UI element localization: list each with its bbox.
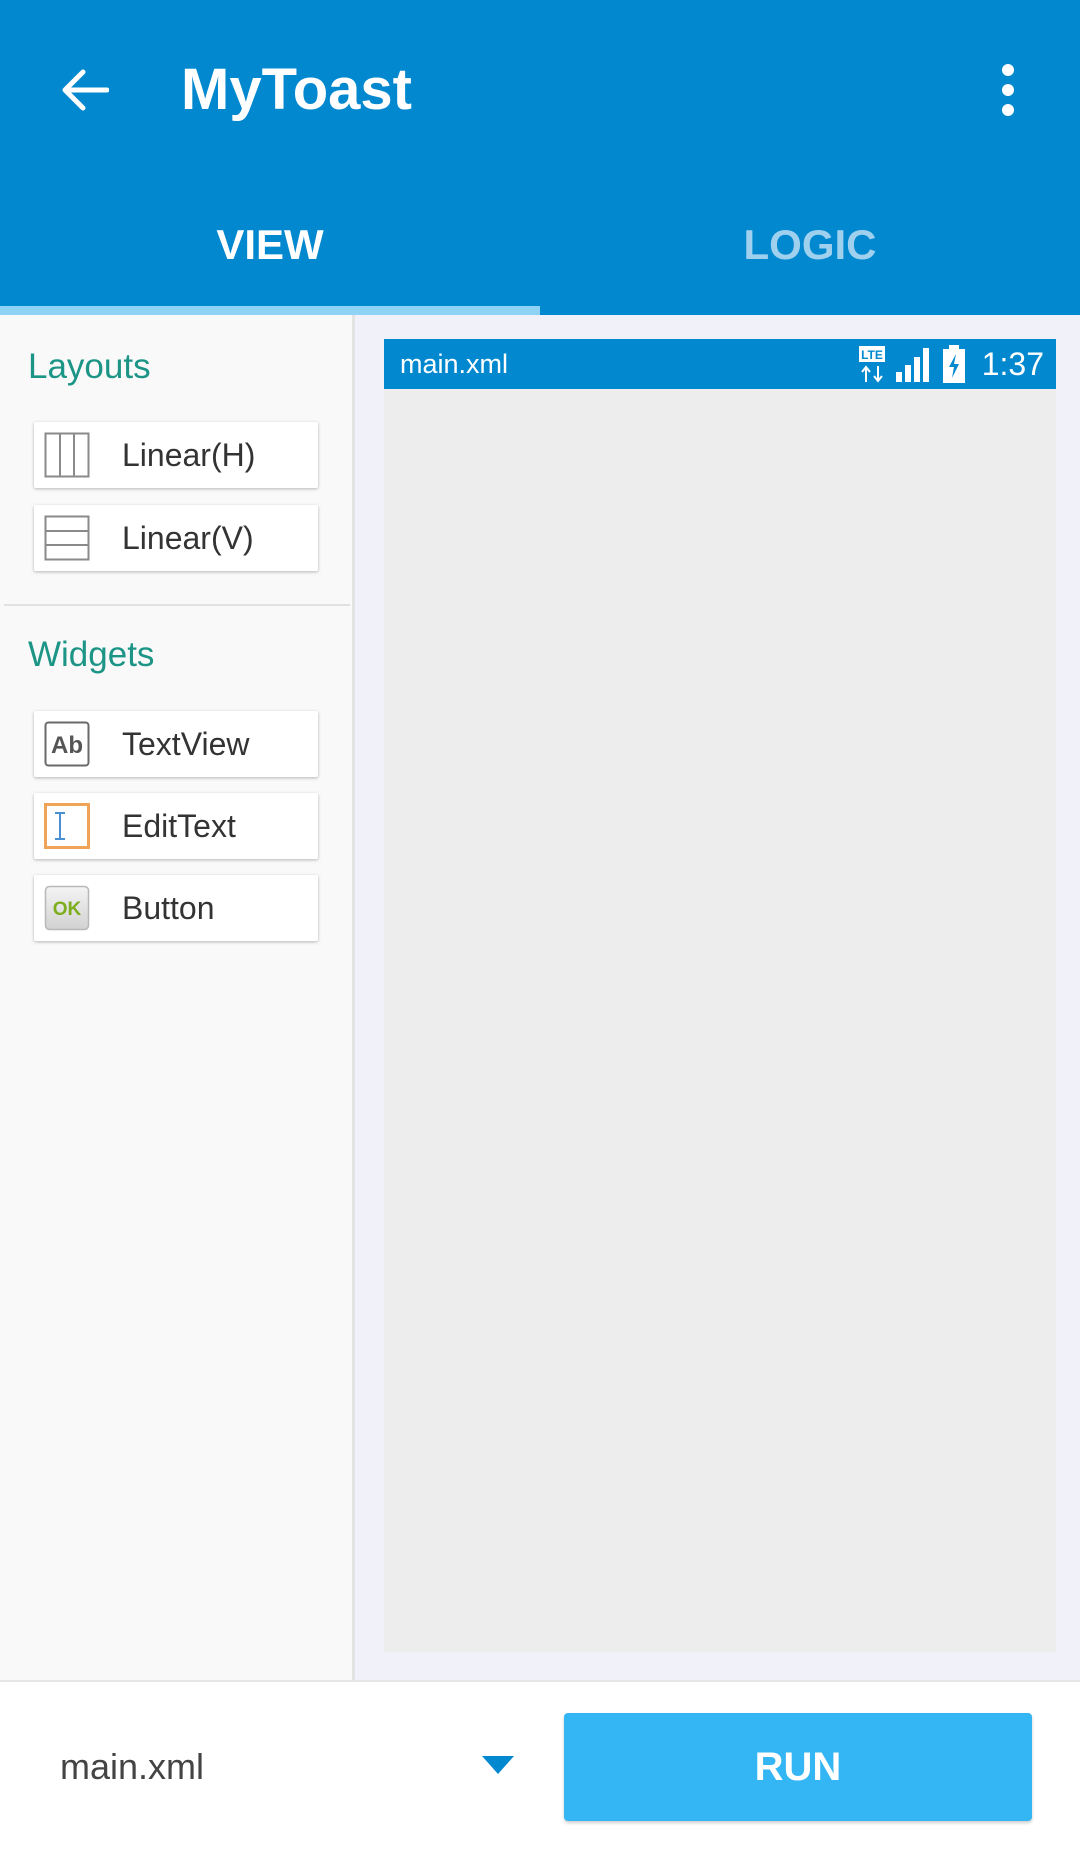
button-widget-icon: OK (44, 885, 90, 931)
more-options-button[interactable] (980, 50, 1036, 130)
widget-palette: Layouts Linear(H) Linear(V) Widgets Ab T… (0, 315, 355, 1680)
edittext-icon (44, 803, 90, 849)
design-canvas[interactable]: main.xml LTE 1:37 (384, 339, 1056, 1652)
tab-logic[interactable]: LOGIC (540, 210, 1080, 280)
tab-indicator (0, 306, 540, 315)
signal-icon (895, 348, 929, 382)
layouts-section-title: Layouts (28, 347, 151, 386)
palette-item-label: Button (122, 890, 215, 926)
svg-text:Ab: Ab (51, 732, 83, 759)
section-divider (4, 604, 350, 606)
widgets-section-title: Widgets (28, 635, 155, 674)
preview-clock: 1:37 (981, 345, 1044, 382)
bottom-bar: main.xml RUN (0, 1680, 1080, 1850)
palette-item-linear-h[interactable]: Linear(H) (34, 422, 318, 488)
palette-item-textview[interactable]: Ab TextView (34, 711, 318, 777)
back-arrow-icon (62, 69, 109, 111)
back-button[interactable] (52, 50, 116, 130)
app-bar: MyToast VIEW LOGIC (0, 0, 1080, 315)
preview-status-icons: LTE 1:37 (858, 339, 1044, 389)
dropdown-arrow-icon (482, 1756, 514, 1774)
tab-view[interactable]: VIEW (0, 210, 540, 280)
palette-item-label: Linear(H) (122, 437, 256, 473)
preview-status-bar: main.xml LTE 1:37 (384, 339, 1056, 389)
selected-file: main.xml (60, 1746, 205, 1787)
linear-vertical-icon (44, 515, 90, 561)
svg-text:LTE: LTE (861, 348, 883, 362)
run-button[interactable]: RUN (564, 1713, 1032, 1821)
palette-item-label: TextView (122, 726, 250, 762)
svg-text:OK: OK (53, 899, 82, 920)
palette-item-label: EditText (122, 808, 236, 844)
textview-icon: Ab (44, 721, 90, 767)
preview-filename: main.xml (400, 349, 509, 379)
file-selector-dropdown[interactable]: main.xml (30, 1712, 530, 1822)
palette-item-button[interactable]: OK Button (34, 875, 318, 941)
more-vert-icon (1002, 64, 1014, 116)
linear-horizontal-icon (44, 432, 90, 478)
palette-item-edittext[interactable]: EditText (34, 793, 318, 859)
palette-item-label: Linear(V) (122, 520, 254, 556)
battery-charging-icon (942, 345, 965, 383)
app-title: MyToast (181, 57, 412, 122)
lte-icon: LTE (858, 346, 885, 383)
palette-item-linear-v[interactable]: Linear(V) (34, 505, 318, 571)
